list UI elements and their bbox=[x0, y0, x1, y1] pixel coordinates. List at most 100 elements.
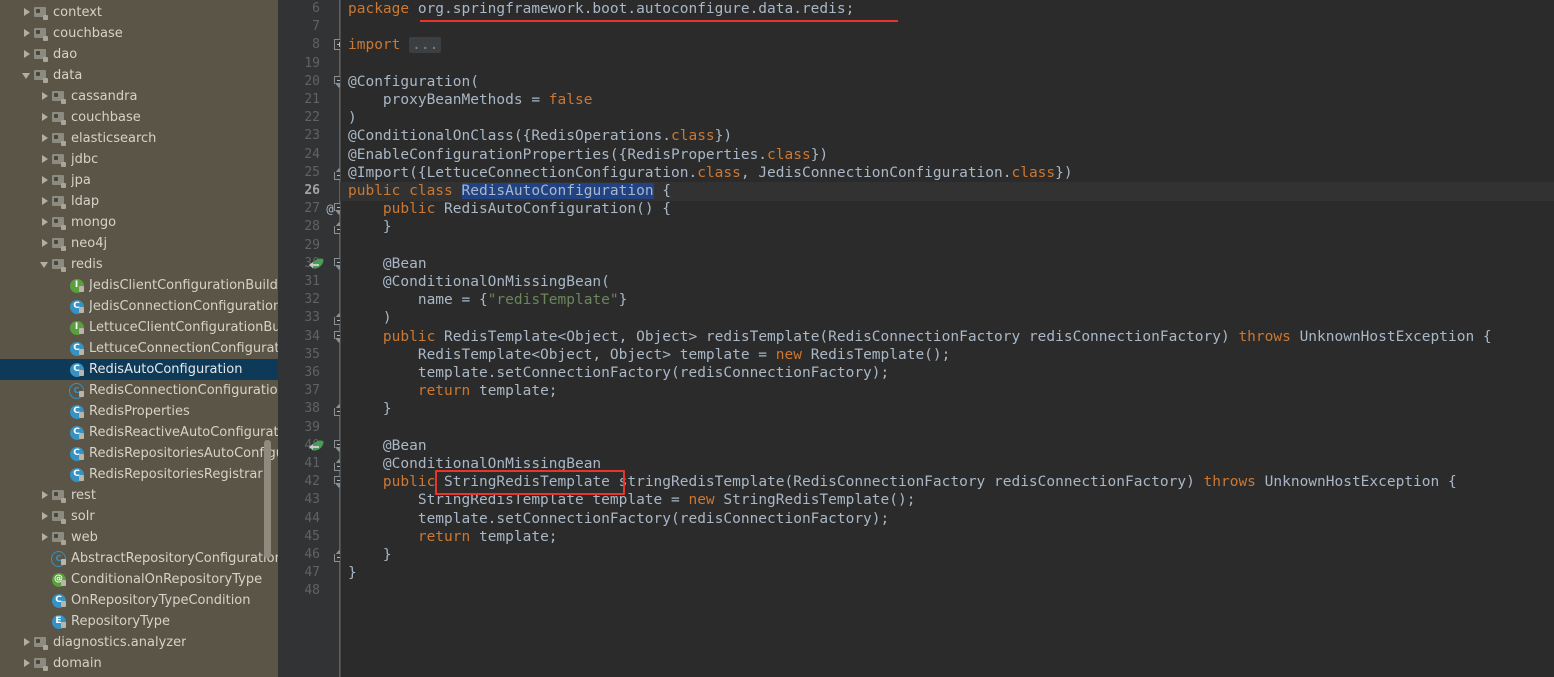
tree-item-repositorytype[interactable]: E RepositoryType bbox=[0, 611, 278, 632]
tree-item-ldap[interactable]: ldap bbox=[0, 191, 278, 212]
tree-item-onrepositorytypecondition[interactable]: C OnRepositoryTypeCondition bbox=[0, 590, 278, 611]
chevron-right-icon[interactable] bbox=[22, 28, 33, 39]
chevron-right-icon[interactable] bbox=[22, 658, 33, 669]
tree-item-data[interactable]: data bbox=[0, 65, 278, 86]
lock-badge-icon bbox=[61, 622, 66, 628]
tree-item-redisrepositoriesregistrar[interactable]: C RedisRepositoriesRegistrar bbox=[0, 464, 278, 485]
chevron-right-icon[interactable] bbox=[40, 490, 51, 501]
tree-item-couchbase[interactable]: couchbase bbox=[0, 23, 278, 44]
tree-item-elasticsearch[interactable]: elasticsearch bbox=[0, 128, 278, 149]
chevron-right-icon[interactable] bbox=[40, 238, 51, 249]
chevron-right-icon[interactable] bbox=[40, 133, 51, 144]
code-line[interactable]: public class RedisAutoConfiguration { bbox=[348, 182, 671, 200]
tree-item-jpa[interactable]: jpa bbox=[0, 170, 278, 191]
code-line[interactable]: @ConditionalOnMissingBean( bbox=[348, 273, 610, 291]
line-number: 26 bbox=[304, 183, 320, 198]
sidebar-scrollbar[interactable] bbox=[264, 440, 271, 558]
chevron-right-icon[interactable] bbox=[40, 532, 51, 543]
tree-item-diagnostics-analyzer[interactable]: diagnostics.analyzer bbox=[0, 632, 278, 653]
spring-bean-gutter-icon[interactable] bbox=[309, 257, 324, 272]
code-line[interactable]: ) bbox=[348, 109, 357, 127]
chevron-right-icon[interactable] bbox=[40, 217, 51, 228]
code-token: }) bbox=[1055, 165, 1073, 181]
tree-item-lettuceclientconfigurationbuilde[interactable]: I LettuceClientConfigurationBuilde bbox=[0, 317, 278, 338]
code-line[interactable]: @Import({LettuceConnectionConfiguration.… bbox=[348, 164, 1073, 182]
code-line[interactable]: public RedisTemplate<Object, Object> red… bbox=[348, 328, 1492, 346]
tree-item-label: neo4j bbox=[71, 236, 108, 251]
tree-item-jedisconnectionconfiguration[interactable]: C JedisConnectionConfiguration bbox=[0, 296, 278, 317]
code-line[interactable]: public StringRedisTemplate stringRedisTe… bbox=[348, 473, 1457, 491]
code-line[interactable]: template.setConnectionFactory(redisConne… bbox=[348, 510, 889, 528]
tree-item-redisautoconfiguration[interactable]: C RedisAutoConfiguration bbox=[0, 359, 278, 380]
tree-item-jedisclientconfigurationbuilderc[interactable]: I JedisClientConfigurationBuilderC bbox=[0, 275, 278, 296]
code-line[interactable]: @ConditionalOnMissingBean bbox=[348, 455, 601, 473]
code-line[interactable]: @Bean bbox=[348, 255, 427, 273]
spring-bean-gutter-icon[interactable] bbox=[309, 439, 324, 454]
code-editor[interactable]: package org.springframework.boot.autocon… bbox=[340, 0, 1554, 677]
chevron-down-icon[interactable] bbox=[22, 70, 33, 81]
code-line[interactable]: } bbox=[348, 400, 392, 418]
line-number: 47 bbox=[304, 565, 320, 580]
code-line[interactable]: } bbox=[348, 546, 392, 564]
chevron-right-icon[interactable] bbox=[22, 49, 33, 60]
code-token: ) bbox=[348, 310, 392, 326]
tree-item-redisrepositoriesautoconfigura[interactable]: C RedisRepositoriesAutoConfigura bbox=[0, 443, 278, 464]
code-line[interactable]: } bbox=[348, 218, 392, 236]
tree-item-dao[interactable]: dao bbox=[0, 44, 278, 65]
code-line[interactable]: package org.springframework.boot.autocon… bbox=[348, 0, 854, 18]
tree-item-label: RedisProperties bbox=[89, 404, 190, 419]
tree-item-couchbase[interactable]: couchbase bbox=[0, 107, 278, 128]
code-line[interactable]: return template; bbox=[348, 528, 558, 546]
code-line[interactable]: StringRedisTemplate template = new Strin… bbox=[348, 491, 916, 509]
class-icon: C bbox=[69, 299, 84, 314]
tree-item-jdbc[interactable]: jdbc bbox=[0, 149, 278, 170]
tree-item-neo4j[interactable]: neo4j bbox=[0, 233, 278, 254]
tree-item-domain[interactable]: domain bbox=[0, 653, 278, 674]
chevron-right-icon[interactable] bbox=[40, 91, 51, 102]
tree-item-redisreactiveautoconfiguration[interactable]: C RedisReactiveAutoConfiguration bbox=[0, 422, 278, 443]
code-line[interactable]: return template; bbox=[348, 382, 558, 400]
chevron-down-icon[interactable] bbox=[40, 259, 51, 270]
tree-item-lettuceconnectionconfiguration[interactable]: C LettuceConnectionConfiguration bbox=[0, 338, 278, 359]
code-line[interactable]: public RedisAutoConfiguration() { bbox=[348, 200, 671, 218]
package-icon bbox=[33, 5, 48, 20]
code-token: RedisTemplate<Object, Object> template = bbox=[348, 347, 776, 363]
project-tree-panel[interactable]: context couchbase dao data cassandra couchbas… bbox=[0, 0, 278, 677]
lock-badge-icon bbox=[43, 15, 48, 20]
line-number: 21 bbox=[304, 92, 320, 107]
code-line[interactable]: template.setConnectionFactory(redisConne… bbox=[348, 364, 889, 382]
tree-item-redis[interactable]: redis bbox=[0, 254, 278, 275]
code-line[interactable]: @EnableConfigurationProperties({RedisPro… bbox=[348, 146, 828, 164]
tree-item-label: web bbox=[71, 530, 98, 545]
chevron-right-icon[interactable] bbox=[22, 7, 33, 18]
code-line[interactable]: name = {"redisTemplate"} bbox=[348, 291, 628, 309]
tree-item-conditionalonrepositorytype[interactable]: @ ConditionalOnRepositoryType bbox=[0, 569, 278, 590]
code-line[interactable]: import ... bbox=[348, 36, 442, 54]
line-number: 31 bbox=[304, 274, 320, 289]
tree-item-redisconnectionconfiguration[interactable]: C RedisConnectionConfiguration bbox=[0, 380, 278, 401]
tree-item-web[interactable]: web bbox=[0, 527, 278, 548]
code-line[interactable]: @Bean bbox=[348, 437, 427, 455]
code-line[interactable]: } bbox=[348, 564, 357, 582]
code-line[interactable]: ) bbox=[348, 309, 392, 327]
tree-item-context[interactable]: context bbox=[0, 2, 278, 23]
tree-item-solr[interactable]: solr bbox=[0, 506, 278, 527]
chevron-right-icon[interactable] bbox=[40, 196, 51, 207]
tree-item-cassandra[interactable]: cassandra bbox=[0, 86, 278, 107]
code-line[interactable]: @Configuration( bbox=[348, 73, 479, 91]
tree-item-rest[interactable]: rest bbox=[0, 485, 278, 506]
tree-item-abstractrepositoryconfigurationsc[interactable]: C AbstractRepositoryConfigurationSc bbox=[0, 548, 278, 569]
chevron-right-icon[interactable] bbox=[40, 175, 51, 186]
tree-item-mongo[interactable]: mongo bbox=[0, 212, 278, 233]
chevron-right-icon[interactable] bbox=[40, 511, 51, 522]
lock-badge-icon bbox=[79, 433, 84, 439]
chevron-right-icon[interactable] bbox=[22, 637, 33, 648]
tree-item-redisproperties[interactable]: C RedisProperties bbox=[0, 401, 278, 422]
code-line[interactable]: @ConditionalOnClass({RedisOperations.cla… bbox=[348, 127, 732, 145]
code-line[interactable]: RedisTemplate<Object, Object> template =… bbox=[348, 346, 951, 364]
code-line[interactable]: proxyBeanMethods = false bbox=[348, 91, 593, 109]
chevron-right-icon[interactable] bbox=[40, 112, 51, 123]
chevron-right-icon[interactable] bbox=[40, 154, 51, 165]
